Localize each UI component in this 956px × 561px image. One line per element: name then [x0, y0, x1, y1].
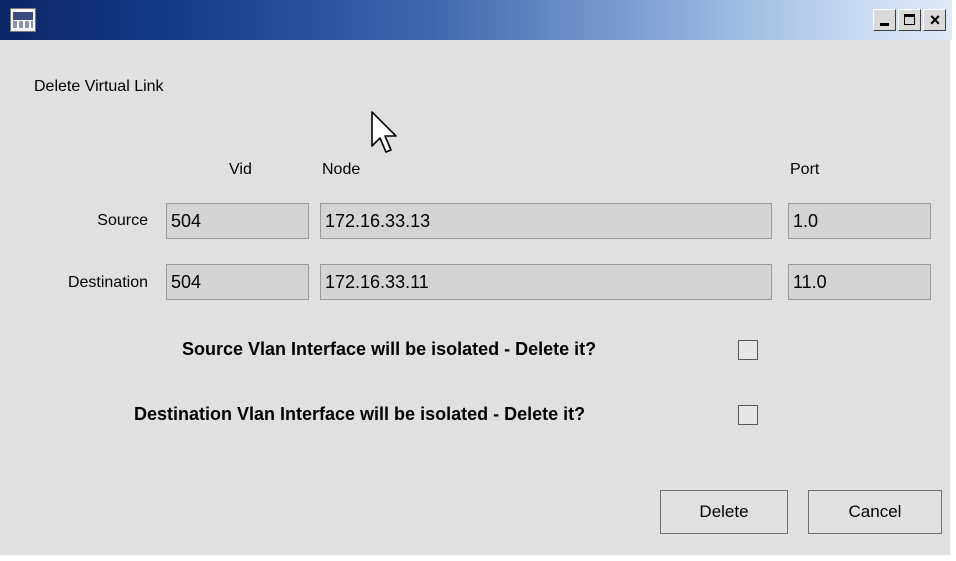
destination-label: Destination	[67, 274, 148, 291]
mouse-pointer-icon	[371, 111, 397, 153]
minimize-icon	[880, 23, 889, 26]
destination-node-field[interactable]: 172.16.33.11	[320, 264, 772, 300]
destination-vlan-delete-checkbox[interactable]	[738, 405, 758, 425]
source-vlan-delete-checkbox[interactable]	[738, 340, 758, 360]
delete-button[interactable]: Delete	[660, 490, 788, 534]
source-port-field[interactable]: 1.0	[788, 203, 931, 239]
destination-vid-field[interactable]: 504	[166, 264, 309, 300]
network-device-icon[interactable]	[10, 8, 36, 32]
column-header-node: Node	[322, 161, 361, 178]
icon-rack	[13, 21, 33, 28]
close-button[interactable]: ×	[923, 9, 946, 31]
source-vid-field[interactable]: 504	[166, 203, 309, 239]
maximize-button[interactable]	[898, 9, 921, 31]
column-header-port: Port	[790, 161, 820, 178]
minimize-button[interactable]	[873, 9, 896, 31]
source-label: Source	[97, 212, 148, 229]
icon-bar	[13, 12, 33, 20]
source-node-field[interactable]: 172.16.33.13	[320, 203, 772, 239]
dialog-window: × Delete Virtual Link Vid Node Port Sour…	[0, 0, 952, 557]
dialog-heading: Delete Virtual Link	[34, 78, 164, 95]
maximize-icon	[904, 14, 915, 25]
destination-vlan-question: Destination Vlan Interface will be isola…	[134, 404, 586, 424]
column-header-vid: Vid	[229, 161, 252, 178]
cancel-button[interactable]: Cancel	[808, 490, 942, 534]
close-icon: ×	[929, 10, 941, 30]
source-vlan-question: Source Vlan Interface will be isolated -…	[182, 339, 597, 359]
destination-port-field[interactable]: 11.0	[788, 264, 931, 300]
title-bar[interactable]: ×	[0, 0, 952, 40]
